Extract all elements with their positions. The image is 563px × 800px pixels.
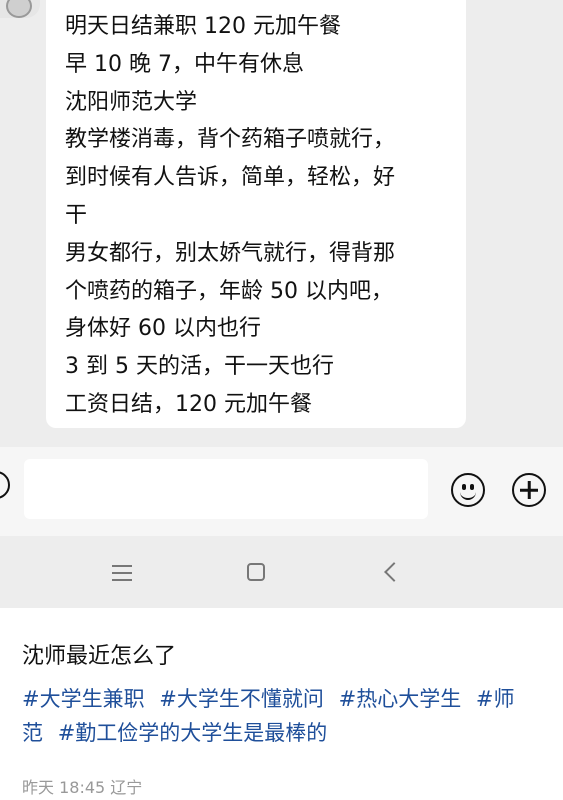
sender-avatar[interactable] xyxy=(0,0,40,18)
hashtag-link[interactable]: #大学生兼职 xyxy=(22,687,145,711)
message-input-bar xyxy=(0,447,563,536)
voice-icon[interactable] xyxy=(0,471,10,499)
message-line: 到时候有人告诉，简单，轻松，好 xyxy=(65,165,396,191)
message-line: 男女都行，别太娇气就行，得背那 xyxy=(65,240,396,266)
plus-circle-icon[interactable] xyxy=(512,473,546,507)
hashtag-link[interactable]: #勤工俭学的大学生是最棒的 xyxy=(58,721,328,745)
message-line: 个喷药的箱子，年龄 50 以内吧， xyxy=(65,278,393,304)
back-chevron-icon[interactable] xyxy=(378,560,404,586)
post-caption: 沈师最近怎么了 #大学生兼职 #大学生不懂就问 #热心大学生 #师范 #勤工俭学… xyxy=(0,608,563,800)
menu-icon[interactable] xyxy=(110,560,136,586)
emoji-smile-icon[interactable] xyxy=(451,473,485,507)
post-title: 沈师最近怎么了 xyxy=(22,644,177,669)
message-line: 3 到 5 天的活，干一天也行 xyxy=(65,354,334,380)
hashtag-link[interactable]: #热心大学生 xyxy=(339,687,462,711)
message-line: 早 10 晚 7，中午有休息 xyxy=(65,51,304,77)
message-line: 干 xyxy=(65,202,88,228)
message-input[interactable] xyxy=(24,459,428,519)
system-nav-bar xyxy=(0,536,563,608)
avatar-icon xyxy=(6,0,32,18)
message-line: 身体好 60 以内也行 xyxy=(65,316,261,342)
home-square-icon[interactable] xyxy=(244,560,270,586)
post-timestamp-location: 昨天 18:45 辽宁 xyxy=(22,778,143,797)
message-line: 沈阳师范大学 xyxy=(65,89,198,115)
message-line: 工资日结，120 元加午餐 xyxy=(65,391,312,417)
chat-area: 明天日结兼职 120 元加午餐 早 10 晚 7，中午有休息 沈阳师范大学 教学… xyxy=(0,0,563,447)
message-line: 教学楼消毒，背个药箱子喷就行， xyxy=(65,127,396,153)
hashtag-list: #大学生兼职 #大学生不懂就问 #热心大学生 #师范 #勤工俭学的大学生是最棒的 xyxy=(22,682,532,750)
hashtag-link[interactable]: #大学生不懂就问 xyxy=(159,687,324,711)
message-text: 明天日结兼职 120 元加午餐 早 10 晚 7，中午有休息 沈阳师范大学 教学… xyxy=(65,8,395,424)
message-line: 明天日结兼职 120 元加午餐 xyxy=(65,14,341,39)
